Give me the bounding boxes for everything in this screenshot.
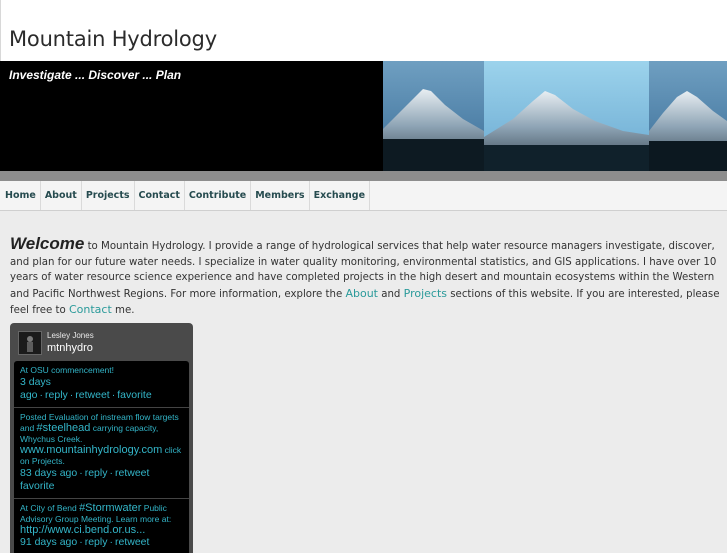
retweet-link[interactable]: retweet	[115, 536, 149, 548]
nav-exchange[interactable]: Exchange	[310, 181, 371, 210]
tweet-url-link[interactable]: http://www.ci.bend.or.us...	[20, 524, 145, 536]
hashtag-link[interactable]: #steelhead	[37, 422, 91, 434]
twitter-widget-header: Lesley Jones mtnhydro	[10, 323, 193, 361]
nav-members[interactable]: Members	[251, 181, 310, 210]
about-link[interactable]: About	[345, 287, 378, 300]
site-header: Mountain Hydrology	[0, 0, 727, 61]
retweet-link[interactable]: retweet	[75, 389, 109, 401]
page: Mountain Hydrology Investigate ... Disco…	[0, 0, 727, 553]
welcome-paragraph: Welcome to Mountain Hydrology. I provide…	[10, 234, 722, 319]
tweet-time-link[interactable]: 91 days ago	[20, 536, 77, 548]
photo-panel-3	[649, 61, 727, 171]
tweet-text: At OSU commencement!	[20, 365, 183, 376]
main-nav: Home About Projects Contact Contribute M…	[0, 181, 727, 211]
tweet-actions: 83 days ago · reply · retweet favorite	[20, 467, 150, 492]
hashtag-link[interactable]: #Stormwater	[79, 502, 141, 514]
tweet-actions: 91 days ago · reply · retweet	[20, 536, 150, 548]
tweet-list: At OSU commencement! 3 days ago · reply · re…	[14, 361, 189, 553]
nav-home[interactable]: Home	[0, 181, 41, 210]
reply-link[interactable]: reply	[85, 536, 108, 548]
favorite-link[interactable]: favorite	[117, 389, 151, 401]
tweet-item: Posted Evaluation of instream flow targe…	[14, 408, 189, 499]
nav-projects[interactable]: Projects	[82, 181, 135, 210]
retweet-link[interactable]: retweet	[115, 467, 149, 479]
intro-text: and	[377, 288, 404, 300]
banner: Investigate ... Discover ... Plan	[0, 61, 727, 171]
reply-link[interactable]: reply	[85, 467, 108, 479]
tweet-text-part: At City of Bend	[20, 503, 80, 513]
avatar[interactable]	[18, 331, 42, 355]
twitter-user-name[interactable]: Lesley Jones	[47, 331, 94, 340]
projects-link[interactable]: Projects	[404, 287, 447, 300]
photo-panel-1	[383, 61, 484, 171]
tagline: Investigate ... Discover ... Plan	[9, 68, 182, 82]
mountain-photo-strip	[383, 61, 727, 171]
tweet-text: Posted Evaluation of instream flow targe…	[20, 412, 183, 467]
nav-contact[interactable]: Contact	[135, 181, 185, 210]
tweet-text: At City of Bend #Stormwater Public Advis…	[20, 503, 183, 536]
tweet-text-part: At OSU commencement!	[20, 365, 115, 375]
intro-text: me.	[111, 305, 135, 316]
tweet-url-link[interactable]: www.mountainhydrology.com	[20, 444, 162, 456]
contact-link[interactable]: Contact	[69, 303, 112, 316]
site-title[interactable]: Mountain Hydrology	[9, 27, 217, 51]
tweet-time-link[interactable]: 83 days ago	[20, 467, 77, 479]
banner-divider	[0, 171, 727, 181]
nav-about[interactable]: About	[41, 181, 82, 210]
photo-panel-2	[484, 61, 649, 171]
tweet-actions: 3 days ago · reply · retweet · favorite	[20, 376, 152, 401]
welcome-heading: Welcome	[10, 234, 85, 253]
nav-contribute[interactable]: Contribute	[185, 181, 252, 210]
tweet-item: At OSU commencement! 3 days ago · reply · re…	[14, 361, 189, 408]
favorite-link[interactable]: favorite	[20, 480, 54, 492]
twitter-widget: Lesley Jones mtnhydro At OSU commencemen…	[10, 323, 193, 553]
twitter-handle[interactable]: mtnhydro	[47, 342, 93, 354]
reply-link[interactable]: reply	[45, 389, 68, 401]
